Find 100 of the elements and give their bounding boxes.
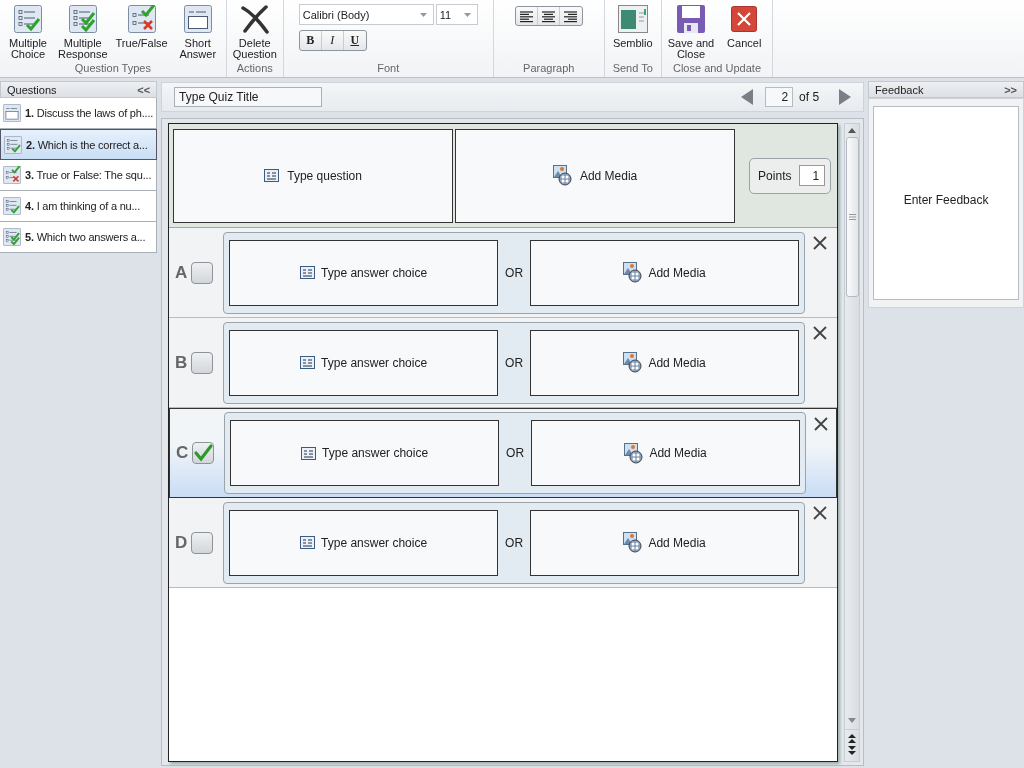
answer-field[interactable]: Type answer choice (229, 509, 499, 576)
media-icon (623, 352, 643, 373)
underline-button[interactable]: U (343, 31, 366, 50)
text-box-icon (3, 104, 21, 122)
media-icon (552, 165, 572, 186)
page-down-icon (848, 746, 857, 755)
page-count: of 5 (799, 90, 820, 104)
feedback-field[interactable]: Enter Feedback (873, 106, 1019, 300)
or-label: OR (505, 265, 524, 280)
pane-title: Questions (7, 83, 57, 96)
answer-row[interactable]: B Type answer choice OR Add Media (169, 318, 838, 408)
bold-button[interactable]: B (299, 31, 322, 50)
scroll-up-icon (848, 128, 857, 133)
pane-title: Feedback (875, 83, 924, 96)
window-icon (617, 5, 648, 33)
add-media-button[interactable]: Add Media (530, 239, 800, 306)
question-list-item[interactable]: 4. I am thinking of a nu... (0, 191, 158, 222)
send-button[interactable]: Semblio (607, 4, 658, 49)
remove-button[interactable] (813, 326, 828, 340)
points-label: Points (758, 168, 792, 183)
checklist-icon (3, 197, 21, 215)
save-button[interactable]: Save and Close (664, 4, 718, 60)
save-icon (677, 5, 705, 33)
scroll-down-icon (848, 718, 857, 723)
collapse-button[interactable]: >> (1004, 83, 1017, 96)
delete-button[interactable]: Delete Question (229, 4, 280, 60)
question-list-item[interactable]: 2. Which is the correct a... (0, 129, 158, 160)
question-list-item[interactable]: 3. True or False: The squ... (0, 160, 158, 191)
media-icon (624, 442, 644, 464)
align-center-icon (539, 8, 557, 24)
checkbox[interactable] (192, 442, 215, 464)
question-list-item[interactable]: 5. Which two answers a... (0, 222, 158, 253)
question-list-item[interactable]: 1. Discuss the laws of ph.... (0, 98, 158, 129)
points-field[interactable]: 1 (799, 165, 826, 186)
answer-field[interactable]: Type answer choice (229, 329, 499, 396)
group-label: Paragraph (522, 62, 576, 76)
close-icon (731, 6, 758, 32)
checkbox[interactable] (191, 351, 214, 374)
text-box-icon (300, 266, 316, 279)
check-cross-list-icon (127, 5, 156, 33)
dropdown-arrow-icon (419, 12, 427, 17)
align-left-icon (517, 8, 535, 24)
dropdown-arrow-icon (463, 12, 471, 17)
left-triangle-icon (741, 89, 754, 105)
group-label: Close and Update (671, 62, 762, 76)
answer-row[interactable]: C Type answer choice OR Add Media (169, 408, 838, 498)
text-box-icon (264, 169, 280, 182)
true-false-button[interactable]: True/False (112, 4, 171, 49)
answer-row[interactable]: D Type answer choice OR Add Media (169, 498, 838, 588)
cancel-button[interactable]: Cancel (719, 4, 770, 49)
text-box-icon (300, 536, 316, 549)
remove-button[interactable] (813, 236, 828, 250)
answer-letter: C (176, 443, 190, 463)
answer-letter: B (175, 352, 189, 373)
multiple-choice-button[interactable]: Multiple Choice (3, 4, 53, 60)
checklist-icon (4, 135, 22, 154)
add-media-button[interactable]: Add Media (530, 509, 800, 576)
checkbox[interactable] (191, 531, 214, 554)
checklist-icon (14, 5, 42, 33)
media-icon (623, 262, 643, 283)
page-number-field[interactable]: 2 (765, 87, 794, 107)
align-right-icon (562, 8, 580, 24)
double-check-list-icon (68, 5, 97, 33)
double-check-list-icon (3, 228, 21, 246)
group-label: Actions (235, 62, 274, 76)
right-triangle-icon (839, 89, 852, 105)
scroll-thumb[interactable] (845, 137, 859, 297)
answer-row[interactable]: A Type answer choice OR Add Media (169, 228, 838, 318)
remove-button[interactable] (814, 417, 829, 431)
remove-button[interactable] (813, 506, 828, 520)
italic-button[interactable]: I (321, 31, 344, 50)
check-cross-list-icon (3, 166, 21, 184)
checkbox[interactable] (191, 261, 214, 284)
page-up-icon (848, 734, 857, 743)
text-box-icon (301, 446, 317, 460)
close-icon (813, 236, 828, 250)
collapse-button[interactable]: << (137, 83, 151, 96)
add-media-button[interactable]: Add Media (531, 420, 801, 486)
question-field[interactable]: Type question (173, 128, 454, 223)
multiple-response-button[interactable]: Multiple Response (55, 4, 111, 60)
answer-field[interactable]: Type answer choice (229, 239, 499, 306)
cross-icon (239, 4, 270, 34)
or-label: OR (506, 446, 525, 460)
media-icon (623, 532, 643, 553)
group-label: Question Types (73, 62, 152, 76)
font-dropdown[interactable]: Calibri (Body) (298, 4, 434, 25)
or-label: OR (505, 535, 524, 550)
scrollbar[interactable] (844, 123, 861, 762)
text-box-icon (300, 356, 316, 369)
group-label: Font (376, 62, 401, 76)
text-box-icon (183, 5, 212, 33)
answer-field[interactable]: Type answer choice (230, 420, 500, 486)
short-answer-button[interactable]: Short Answer (172, 4, 223, 60)
or-label: OR (505, 355, 524, 370)
font-size-dropdown[interactable]: 11 (435, 4, 478, 25)
add-media-button[interactable]: Add Media (455, 128, 736, 223)
quiz-title-field[interactable]: Type Quiz Title (174, 87, 323, 107)
close-icon (813, 326, 828, 340)
close-icon (813, 506, 828, 520)
add-media-button[interactable]: Add Media (530, 329, 800, 396)
